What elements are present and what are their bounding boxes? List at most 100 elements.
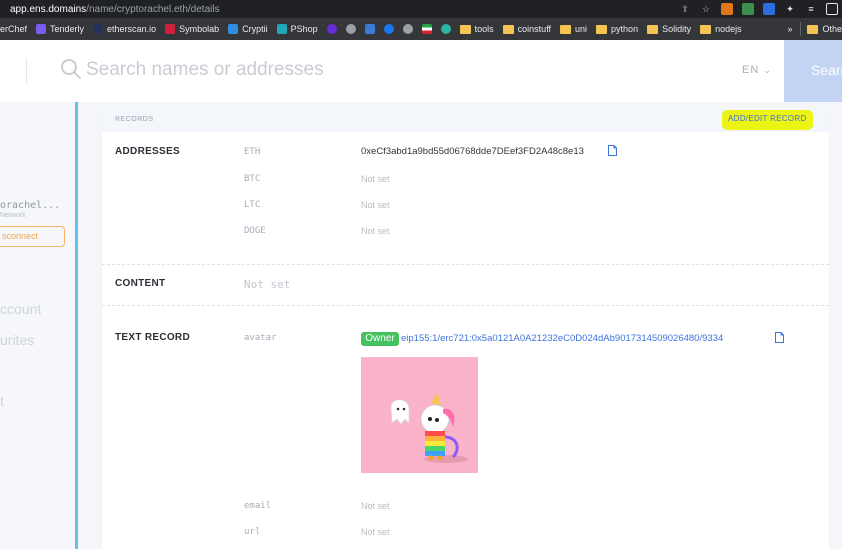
content-title: CONTENT	[115, 278, 166, 289]
record-value-doge: Not set	[361, 226, 390, 236]
folder-icon	[700, 24, 712, 34]
owner-badge: Owner	[361, 332, 399, 346]
other-bookmarks-label[interactable]: Othe	[822, 24, 842, 34]
app-header: EN ⌄ Search	[0, 40, 842, 102]
avatar-nft-image	[361, 357, 478, 473]
record-value-email: Not set	[361, 501, 390, 511]
folder-label: coinstuff	[517, 24, 552, 34]
bookmarks-overflow-button[interactable]: »	[787, 24, 792, 34]
bookmark-icon-2[interactable]	[345, 24, 356, 34]
pshop-icon	[276, 24, 287, 34]
bookmark-label: Symbolab	[179, 24, 220, 34]
share-icon[interactable]: ⇪	[679, 3, 691, 15]
bookmark-folder-python[interactable]: python	[596, 24, 638, 34]
folder-icon	[596, 24, 608, 34]
nav-my-account[interactable]: ccount	[0, 301, 41, 317]
header-divider	[26, 58, 27, 84]
extension-badge-icon[interactable]	[763, 3, 775, 15]
purple-site-icon	[326, 24, 337, 34]
content-value: Not set	[244, 278, 291, 291]
bookmark-icon-3[interactable]	[364, 24, 375, 34]
puzzle-extensions-icon[interactable]: ✦	[784, 3, 796, 15]
cryptii-icon	[228, 24, 239, 34]
nav-about[interactable]: t	[0, 393, 4, 409]
copy-icon[interactable]	[775, 332, 784, 343]
tenderly-icon	[36, 24, 47, 34]
bookmark-tenderly[interactable]: Tenderly	[36, 24, 84, 34]
url-text[interactable]: app.ens.domains/name/cryptorachel.eth/de…	[0, 4, 220, 15]
record-value-btc: Not set	[361, 174, 390, 184]
bookmark-cryptii[interactable]: Cryptii	[228, 24, 268, 34]
search-input[interactable]	[86, 56, 586, 84]
bookmark-pshop[interactable]: PShop	[276, 24, 318, 34]
metamask-extension-icon[interactable]	[721, 3, 733, 15]
network-label: Network	[0, 212, 26, 219]
section-divider	[102, 264, 829, 265]
bookmark-icon-5[interactable]	[402, 24, 413, 34]
text-record-title: TEXT RECORD	[115, 332, 190, 343]
record-key-btc: BTC	[244, 174, 261, 184]
folder-icon	[459, 24, 471, 34]
bookmark-symbolab[interactable]: Symbolab	[165, 24, 219, 34]
record-key-eth: ETH	[244, 147, 261, 157]
url-host: app.ens.domains	[10, 3, 87, 15]
bookmark-folder-nodejs[interactable]: nodejs	[700, 24, 742, 34]
globe-icon	[345, 24, 356, 34]
language-selector[interactable]: EN ⌄	[742, 64, 772, 76]
bookmarks-overflow: » Othe	[783, 18, 842, 40]
bookmark-icon-7[interactable]	[440, 24, 451, 34]
reading-list-icon[interactable]: ≡	[805, 3, 817, 15]
search-icon	[61, 59, 81, 79]
bookmark-label: erChef	[0, 24, 28, 34]
bookmark-folder-tools[interactable]: tools	[459, 24, 494, 34]
add-edit-record-button[interactable]: ADD/EDIT RECORD	[722, 110, 813, 130]
record-key-url: url	[244, 527, 261, 537]
sidebar-accent-bar	[75, 102, 78, 549]
flag-icon	[421, 24, 432, 34]
record-value-eth: 0xeCf3abd1a9bd55d06768dde7DEef3FD2A48c8e…	[361, 146, 584, 157]
bookmark-icon-6[interactable]	[421, 24, 432, 34]
record-value-url: Not set	[361, 527, 390, 537]
section-divider	[102, 305, 829, 306]
avatar-link[interactable]: eip155:1/erc721:0x5a0121A0A21232eC0D024d…	[401, 333, 723, 344]
chevron-down-icon: ⌄	[763, 65, 772, 75]
bookmark-chef[interactable]: erChef	[0, 24, 27, 34]
symbolab-icon	[165, 24, 176, 34]
url-path: /name/cryptorachel.eth/details	[86, 3, 220, 15]
search-button[interactable]: Search	[784, 40, 842, 102]
bookmark-icon-1[interactable]	[326, 24, 337, 34]
browser-url-bar[interactable]: app.ens.domains/name/cryptorachel.eth/de…	[0, 0, 842, 18]
nav-favourites[interactable]: urites	[0, 332, 34, 348]
disconnect-button[interactable]: sconnect	[0, 226, 65, 247]
bookmark-label: Cryptii	[242, 24, 268, 34]
record-key-doge: DOGE	[244, 226, 266, 236]
extension-green-icon[interactable]	[742, 3, 754, 15]
bookmark-folder-uni[interactable]: uni	[560, 24, 587, 34]
bookmark-label: etherscan.io	[107, 24, 157, 34]
folder-icon	[807, 24, 819, 34]
folder-icon	[560, 24, 572, 34]
bookmark-label: Tenderly	[50, 24, 85, 34]
facebook-icon	[383, 24, 394, 34]
side-panel-icon[interactable]	[826, 3, 838, 15]
records-header-label: RECORDS	[115, 116, 154, 123]
bookmark-etherscan[interactable]: etherscan.io	[93, 24, 156, 34]
folder-label: Solidity	[662, 24, 692, 34]
copy-icon[interactable]	[608, 145, 617, 156]
account-name: orachel...	[0, 200, 61, 211]
folder-icon	[647, 24, 659, 34]
globe-icon	[402, 24, 413, 34]
bookmark-folder-coinstuff[interactable]: coinstuff	[502, 24, 552, 34]
bookmark-icon-4[interactable]	[383, 24, 394, 34]
folder-label: python	[611, 24, 639, 34]
bookmark-folder-solidity[interactable]: Solidity	[647, 24, 691, 34]
bookmark-star-icon[interactable]: ☆	[700, 3, 712, 15]
bookmarks-bar: erChef Tenderly etherscan.io Symbolab Cr…	[0, 18, 842, 40]
record-key-email: email	[244, 501, 272, 511]
folder-label: uni	[575, 24, 588, 34]
folder-icon	[502, 24, 514, 34]
addresses-title: ADDRESSES	[115, 146, 180, 157]
left-sidebar: orachel... Network sconnect ccount urite…	[0, 102, 75, 549]
bookmarks-separator	[800, 22, 802, 36]
folder-label: tools	[474, 24, 494, 34]
